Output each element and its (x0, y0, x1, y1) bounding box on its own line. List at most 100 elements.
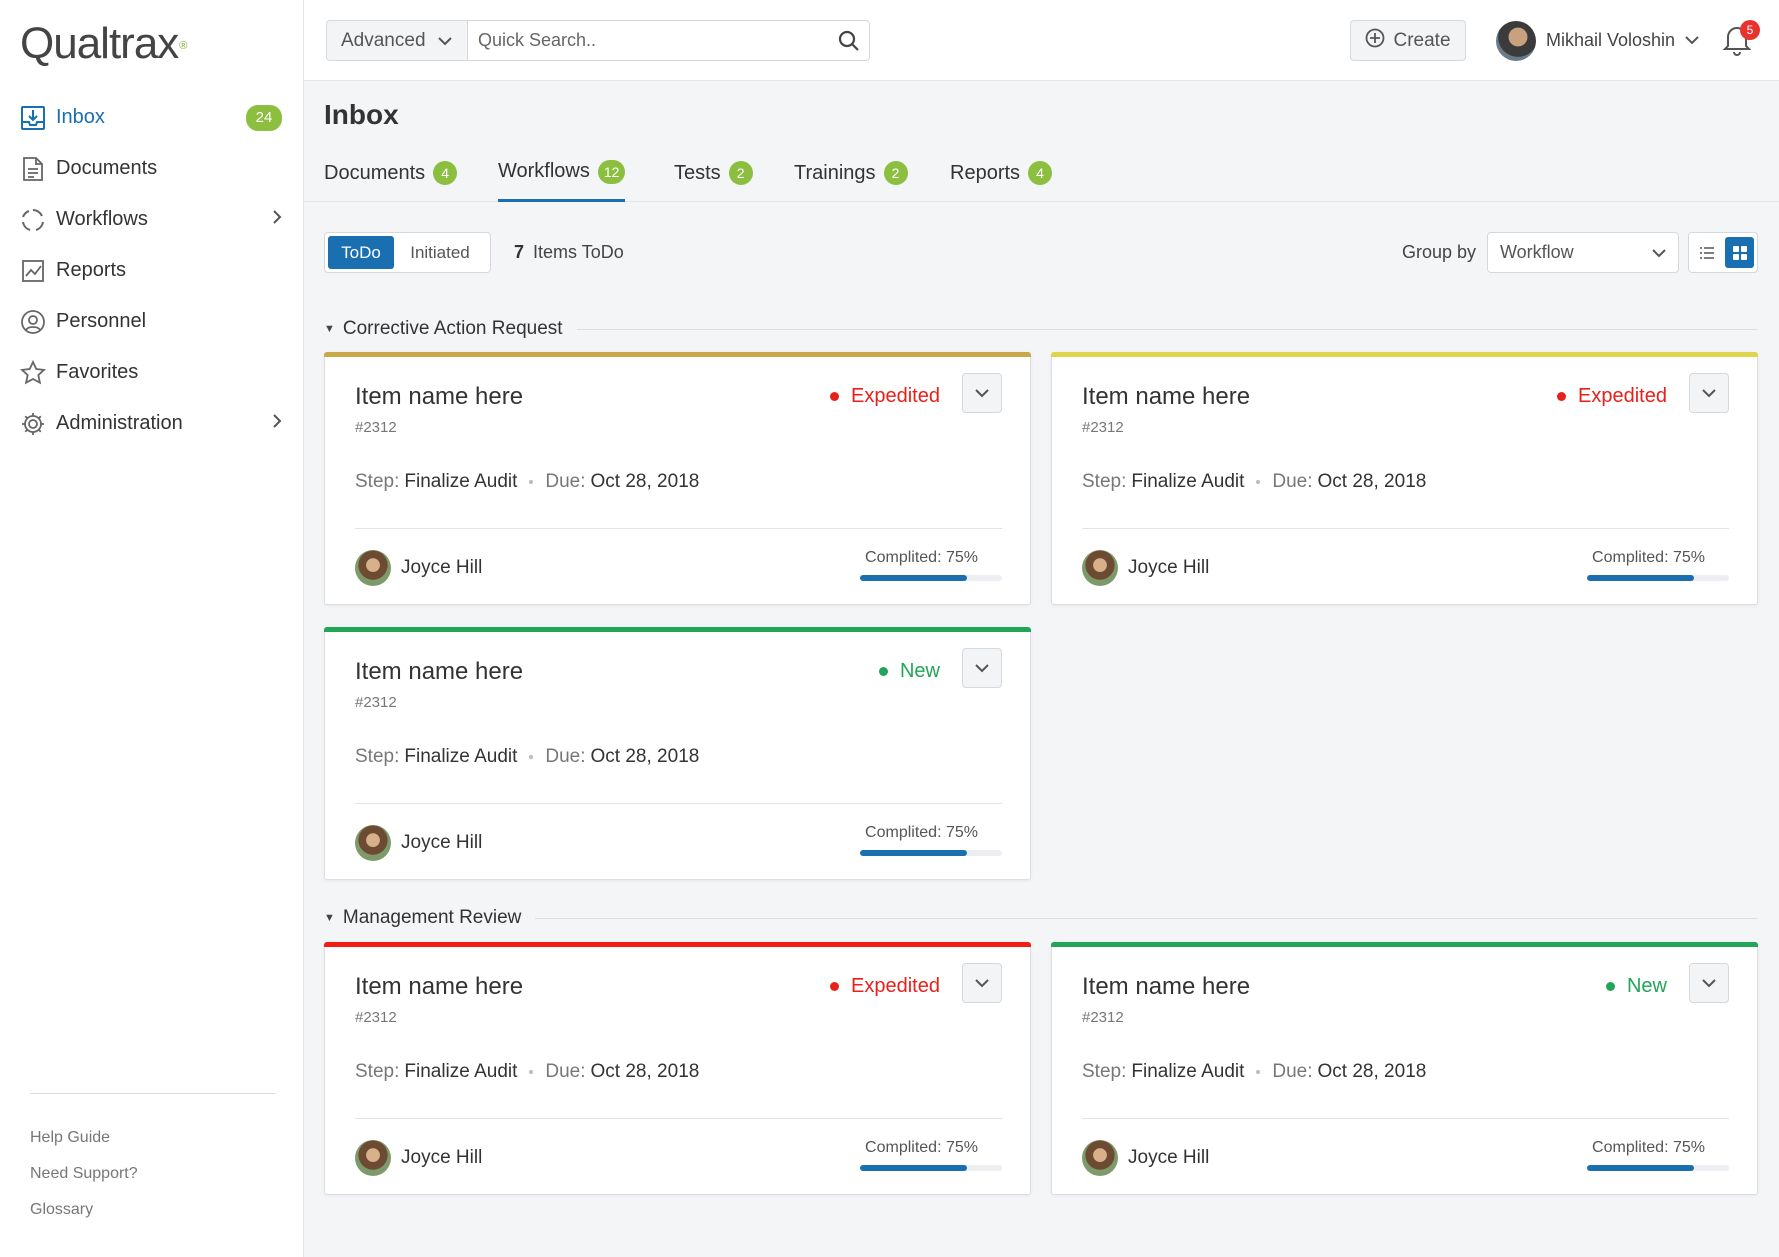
chevron-down-icon (1652, 242, 1666, 263)
user-avatar (1496, 20, 1536, 61)
tab-tests[interactable]: Tests 2 (674, 144, 753, 202)
card-step-due: Step: Finalize Audit Due: Oct 28, 2018 (355, 471, 699, 493)
group-header-management-review: ▼ Management Review (324, 906, 1758, 930)
tab-workflows[interactable]: Workflows 12 (498, 144, 626, 202)
group-by-select[interactable]: Workflow (1487, 232, 1679, 273)
sidebar-item-personnel[interactable]: Personnel (0, 296, 304, 347)
advanced-search-label: Advanced (341, 29, 426, 51)
workflow-icon (20, 207, 46, 233)
workflow-card[interactable]: Item name here #2312 Expedited Step: Fina… (324, 942, 1031, 1195)
status-label: New (899, 660, 940, 682)
sidebar-divider (30, 1093, 275, 1094)
workflow-card[interactable]: Item name here #2312 New Step: Finalize A… (1051, 942, 1758, 1195)
main-content: Inbox Documents 4 Workflows 12 Tests 2 T… (304, 81, 1779, 1257)
top-bar: Advanced Create Mikhail Voloshin 5 (304, 0, 1779, 81)
progress-fill (860, 575, 967, 581)
status-badge: New (1605, 975, 1667, 998)
collapse-triangle-icon[interactable]: ▼ (324, 912, 335, 924)
glossary-link[interactable]: Glossary (30, 1199, 138, 1235)
card-divider (1082, 528, 1729, 529)
card-menu-button[interactable] (962, 373, 1002, 413)
progress-fill (1587, 575, 1694, 581)
separator-dot (529, 480, 534, 484)
step-value: Finalize Audit (404, 746, 518, 767)
tab-count-badge: 4 (1028, 161, 1053, 185)
card-title: Item name here (1082, 383, 1251, 410)
status-dot (830, 982, 840, 991)
search-icon[interactable] (829, 21, 869, 60)
step-label: Step: (355, 746, 400, 767)
progress-bar (860, 575, 1002, 581)
card-number: #2312 (1082, 419, 1124, 436)
chevron-down-icon (437, 30, 452, 52)
list-view-icon[interactable] (1692, 237, 1721, 268)
inbox-icon (20, 105, 46, 131)
progress-label: Complited: 75% (865, 549, 978, 566)
sidebar: Qualtrax ® Inbox 24 Documents Workflows (0, 0, 304, 1257)
card-number: #2312 (1082, 1009, 1124, 1026)
card-divider (355, 528, 1002, 529)
quick-search-input[interactable] (468, 21, 829, 60)
user-menu[interactable]: Mikhail Voloshin (1496, 20, 1699, 61)
sidebar-footer-links: Help Guide Need Support? Glossary (30, 1127, 138, 1235)
create-button[interactable]: Create (1350, 20, 1466, 61)
card-menu-button[interactable] (1689, 373, 1729, 413)
sidebar-item-label: Inbox (56, 106, 105, 128)
step-value: Finalize Audit (1131, 471, 1245, 492)
create-button-label: Create (1393, 29, 1451, 51)
sidebar-item-workflows[interactable]: Workflows (0, 194, 304, 245)
tab-count-badge: 2 (728, 161, 753, 185)
tab-label: Tests (674, 161, 721, 184)
status-badge: New (878, 660, 940, 683)
tab-trainings[interactable]: Trainings 2 (794, 144, 908, 202)
initiated-button[interactable]: Initiated (394, 236, 486, 269)
notification-count-badge: 5 (1740, 20, 1760, 40)
tab-reports[interactable]: Reports 4 (950, 144, 1053, 202)
status-dot (1557, 392, 1567, 401)
tab-documents[interactable]: Documents 4 (324, 144, 458, 202)
sidebar-item-documents[interactable]: Documents (0, 143, 304, 194)
workflow-card[interactable]: Item name here #2312 Expedited Step: Fina… (1051, 352, 1758, 605)
sidebar-item-favorites[interactable]: Favorites (0, 347, 304, 398)
sidebar-item-administration[interactable]: Administration (0, 398, 304, 449)
card-menu-button[interactable] (1689, 963, 1729, 1003)
assignee-avatar (355, 550, 391, 586)
advanced-search-dropdown[interactable]: Advanced (327, 21, 468, 60)
chevron-down-icon (975, 664, 989, 673)
grid-view-icon[interactable] (1725, 237, 1754, 268)
group-by-value: Workflow (1500, 242, 1574, 262)
star-icon (20, 359, 46, 386)
tab-label: Workflows (498, 160, 590, 182)
step-label: Step: (355, 1061, 400, 1082)
card-step-due: Step: Finalize Audit Due: Oct 28, 2018 (355, 746, 699, 768)
inbox-tabs: Documents 4 Workflows 12 Tests 2 Trainin… (304, 144, 1779, 202)
sidebar-item-label: Documents (56, 157, 158, 179)
card-menu-button[interactable] (962, 648, 1002, 688)
document-icon (20, 156, 46, 182)
items-count-label: Items ToDo (533, 242, 624, 262)
card-priority-bar (324, 627, 1031, 632)
card-menu-button[interactable] (962, 963, 1002, 1003)
help-guide-link[interactable]: Help Guide (30, 1127, 138, 1163)
workflow-card[interactable]: Item name here #2312 New Step: Finalize A… (324, 627, 1031, 880)
notifications-bell-icon[interactable]: 5 (1722, 20, 1760, 60)
sidebar-item-label: Favorites (56, 361, 139, 383)
search-bar: Advanced (326, 20, 870, 61)
collapse-triangle-icon[interactable]: ▼ (324, 323, 335, 335)
step-value: Finalize Audit (404, 1061, 518, 1082)
group-name: Management Review (342, 907, 522, 928)
assignee-name: Joyce Hill (401, 1147, 483, 1168)
items-count-number: 7 (514, 242, 525, 262)
sidebar-item-reports[interactable]: Reports (0, 245, 304, 296)
need-support-link[interactable]: Need Support? (30, 1163, 138, 1199)
workflow-card[interactable]: Item name here #2312 Expedited Step: Fina… (324, 352, 1031, 605)
sidebar-item-inbox[interactable]: Inbox 24 (0, 92, 304, 143)
step-label: Step: (1082, 471, 1127, 492)
chart-icon (20, 258, 46, 284)
status-label: New (1626, 975, 1667, 997)
card-priority-bar (324, 352, 1031, 357)
qualtrax-logo[interactable]: Qualtrax ® (20, 19, 187, 68)
todo-button[interactable]: ToDo (328, 236, 394, 269)
progress-bar (1587, 1165, 1729, 1171)
user-name: Mikhail Voloshin (1546, 30, 1676, 50)
